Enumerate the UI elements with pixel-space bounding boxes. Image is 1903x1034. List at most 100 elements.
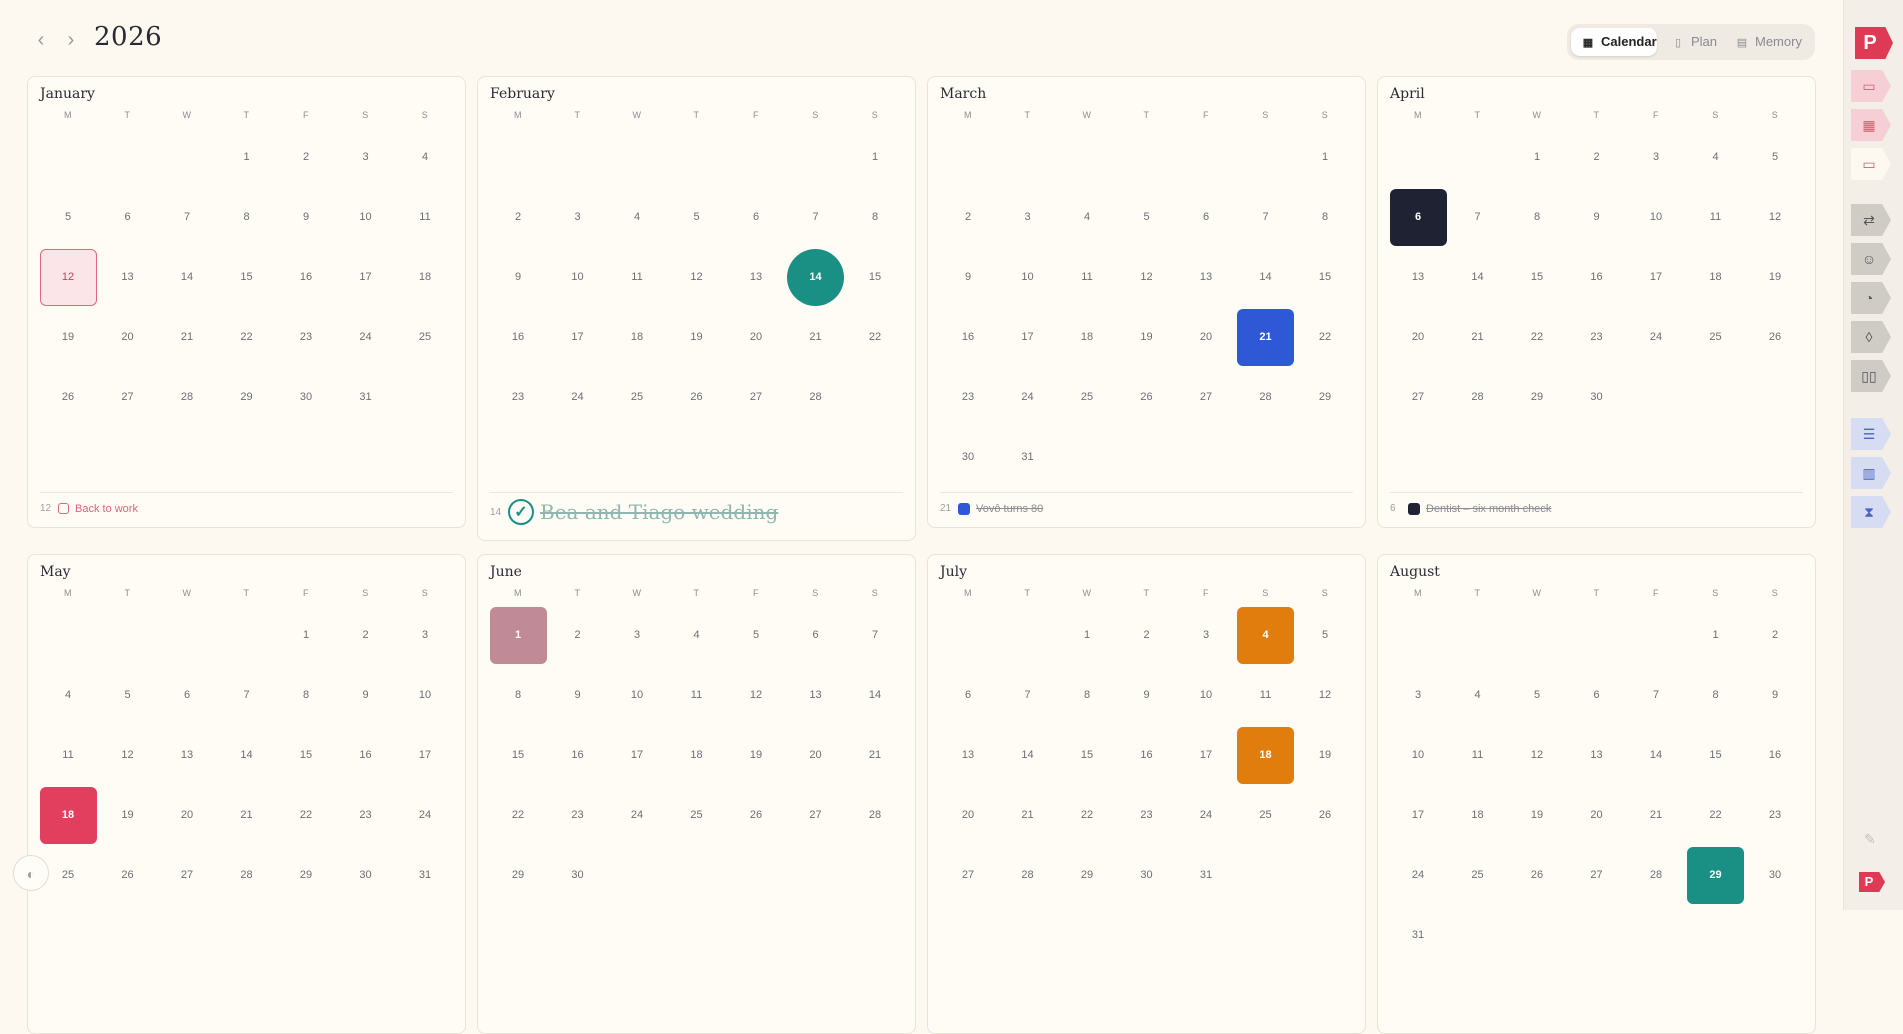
day-cell[interactable]: 13: [728, 249, 785, 306]
day-cell[interactable]: 27: [787, 787, 844, 844]
checkmark-icon[interactable]: ✓: [508, 499, 534, 525]
day-cell[interactable]: 22: [847, 309, 904, 366]
day-cell[interactable]: 26: [40, 369, 97, 426]
day-cell[interactable]: 8: [1509, 189, 1566, 246]
sidebar-tab[interactable]: ◔: [1851, 282, 1891, 314]
day-cell[interactable]: 22: [490, 787, 547, 844]
sidebar-tab[interactable]: ☺: [1851, 243, 1891, 275]
day-cell[interactable]: 30: [1747, 847, 1804, 904]
day-cell[interactable]: 28: [218, 847, 275, 904]
plan-view-tab[interactable]: ▯ Plan: [1671, 28, 1727, 56]
day-cell[interactable]: 13: [1390, 249, 1447, 306]
marked-day-cell[interactable]: 18: [1237, 726, 1294, 784]
day-cell[interactable]: 29: [278, 847, 335, 904]
day-cell[interactable]: 4: [1687, 129, 1744, 186]
marked-day-cell[interactable]: 29: [1687, 846, 1744, 904]
day-cell[interactable]: 22: [1059, 787, 1116, 844]
day-cell[interactable]: 19: [728, 727, 785, 784]
event-row[interactable]: 21 Vovô turns 80: [940, 500, 1043, 518]
day-cell[interactable]: 29: [1509, 369, 1566, 426]
day-cell[interactable]: 3: [397, 607, 454, 664]
day-cell[interactable]: 8: [847, 189, 904, 246]
day-cell[interactable]: 29: [1297, 369, 1354, 426]
day-cell[interactable]: 14: [1237, 249, 1294, 306]
day-cell[interactable]: 23: [1118, 787, 1175, 844]
sidebar-tab[interactable]: ⇄: [1851, 204, 1891, 236]
day-cell[interactable]: 27: [159, 847, 216, 904]
day-cell[interactable]: 25: [1687, 309, 1744, 366]
day-cell[interactable]: 23: [278, 309, 335, 366]
day-cell[interactable]: 24: [1178, 787, 1235, 844]
day-cell[interactable]: 22: [278, 787, 335, 844]
day-cell[interactable]: 16: [1747, 727, 1804, 784]
day-cell[interactable]: 10: [1628, 189, 1685, 246]
day-cell[interactable]: 7: [1449, 189, 1506, 246]
day-cell[interactable]: 22: [218, 309, 275, 366]
calendar-view-tab[interactable]: ▦ Calendar: [1571, 28, 1657, 56]
month-name[interactable]: July: [940, 564, 967, 580]
day-cell[interactable]: 7: [1237, 189, 1294, 246]
day-cell[interactable]: 8: [1059, 667, 1116, 724]
day-cell[interactable]: 18: [668, 727, 725, 784]
sidebar-tab[interactable]: ▭: [1851, 148, 1891, 180]
day-cell[interactable]: 23: [490, 369, 547, 426]
day-cell[interactable]: 1: [1509, 129, 1566, 186]
day-cell[interactable]: 7: [999, 667, 1056, 724]
day-cell[interactable]: 29: [218, 369, 275, 426]
day-cell[interactable]: 8: [1687, 667, 1744, 724]
marked-day-cell[interactable]: 12: [39, 248, 97, 306]
day-cell[interactable]: 15: [1687, 727, 1744, 784]
day-cell[interactable]: 20: [99, 309, 156, 366]
day-cell[interactable]: 22: [1297, 309, 1354, 366]
day-cell[interactable]: 16: [1568, 249, 1625, 306]
day-cell[interactable]: 27: [728, 369, 785, 426]
day-cell[interactable]: 10: [609, 667, 666, 724]
day-cell[interactable]: 21: [999, 787, 1056, 844]
day-cell[interactable]: 15: [1297, 249, 1354, 306]
marked-day-cell[interactable]: 21: [1237, 308, 1294, 366]
day-cell[interactable]: 9: [337, 667, 394, 724]
day-cell[interactable]: 28: [847, 787, 904, 844]
marked-day-cell[interactable]: 4: [1237, 606, 1294, 664]
day-cell[interactable]: 25: [609, 369, 666, 426]
day-cell[interactable]: 5: [99, 667, 156, 724]
day-cell[interactable]: 11: [1449, 727, 1506, 784]
day-cell[interactable]: 8: [490, 667, 547, 724]
day-cell[interactable]: 28: [1628, 847, 1685, 904]
day-cell[interactable]: 26: [1747, 309, 1804, 366]
sidebar-tab[interactable]: ▥: [1851, 457, 1891, 489]
day-cell[interactable]: 9: [1747, 667, 1804, 724]
day-cell[interactable]: 12: [1747, 189, 1804, 246]
day-cell[interactable]: 23: [549, 787, 606, 844]
day-cell[interactable]: 7: [218, 667, 275, 724]
day-cell[interactable]: 15: [278, 727, 335, 784]
day-cell[interactable]: 21: [1449, 309, 1506, 366]
day-cell[interactable]: 3: [1178, 607, 1235, 664]
day-cell[interactable]: 17: [999, 309, 1056, 366]
day-cell[interactable]: 11: [40, 727, 97, 784]
day-cell[interactable]: 24: [337, 309, 394, 366]
day-cell[interactable]: 6: [1568, 667, 1625, 724]
day-cell[interactable]: 13: [940, 727, 997, 784]
day-cell[interactable]: 12: [1509, 727, 1566, 784]
day-cell[interactable]: 6: [99, 189, 156, 246]
day-cell[interactable]: 21: [1628, 787, 1685, 844]
day-cell[interactable]: 13: [1178, 249, 1235, 306]
day-cell[interactable]: 3: [337, 129, 394, 186]
day-cell[interactable]: 24: [549, 369, 606, 426]
day-cell[interactable]: 16: [278, 249, 335, 306]
day-cell[interactable]: 21: [218, 787, 275, 844]
day-cell[interactable]: 28: [159, 369, 216, 426]
day-cell[interactable]: 31: [1178, 847, 1235, 904]
day-cell[interactable]: 15: [1509, 249, 1566, 306]
day-cell[interactable]: 28: [1237, 369, 1294, 426]
day-cell[interactable]: 14: [847, 667, 904, 724]
bottom-logo-button[interactable]: P: [1859, 872, 1885, 892]
day-cell[interactable]: 11: [609, 249, 666, 306]
day-cell[interactable]: 1: [218, 129, 275, 186]
day-cell[interactable]: 5: [668, 189, 725, 246]
day-cell[interactable]: 4: [1059, 189, 1116, 246]
event-row[interactable]: 6 Dentist – six month check: [1390, 500, 1551, 518]
day-cell[interactable]: 6: [787, 607, 844, 664]
day-cell[interactable]: 17: [397, 727, 454, 784]
